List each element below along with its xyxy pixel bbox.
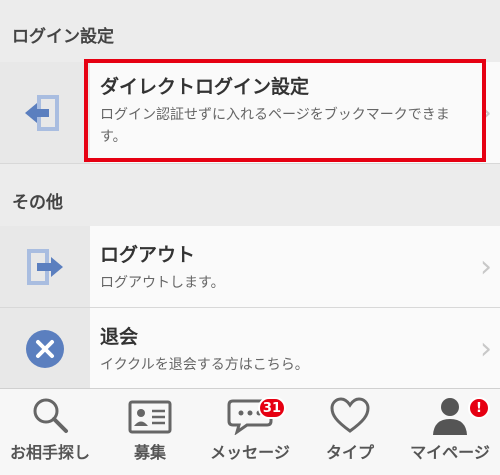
tab-label: メッセージ: [210, 443, 290, 462]
icon-cell: [0, 62, 90, 163]
tab-recruit[interactable]: 募集: [100, 389, 200, 475]
section-header-other: その他: [0, 164, 500, 226]
message-count-badge: 31: [257, 397, 286, 419]
item-title: ダイレクトログイン設定: [100, 76, 310, 98]
heart-icon: [330, 397, 370, 433]
item-description: ログイン認証せずに入れるページをブックマークできます。: [100, 107, 450, 145]
tab-search[interactable]: お相手探し: [0, 389, 100, 475]
logout-door-icon: [27, 248, 63, 285]
close-circle-icon: [26, 329, 64, 368]
item-title: 退会: [100, 326, 139, 348]
tab-label: 募集: [133, 443, 166, 462]
section-title: ログイン設定: [12, 27, 114, 47]
item-description: ログアウトします。: [100, 275, 225, 291]
item-description: イククルを退会する方はこちら。: [100, 357, 309, 373]
withdraw-item[interactable]: 退会 イククルを退会する方はこちら。 ›: [0, 308, 500, 390]
id-card-icon: [128, 400, 172, 434]
bottom-tab-bar: お相手探し 募集 31 メッセージ タイプ ! マイページ: [0, 388, 500, 475]
tab-label: マイページ: [410, 443, 490, 462]
tab-type[interactable]: タイプ: [300, 389, 400, 475]
logout-item[interactable]: ログアウト ログアウトします。 ›: [0, 226, 500, 308]
tab-message[interactable]: 31 メッセージ: [200, 389, 300, 475]
section-title: その他: [12, 192, 63, 213]
chevron-right-icon: ›: [480, 331, 492, 366]
icon-cell: [0, 308, 90, 389]
tab-label: お相手探し: [9, 443, 90, 462]
search-icon: [33, 398, 68, 433]
direct-login-settings-item[interactable]: ダイレクトログイン設定 ログイン認証せずに入れるページをブックマークできます。 …: [0, 62, 500, 164]
tab-mypage[interactable]: ! マイページ: [400, 389, 500, 475]
tab-label: タイプ: [325, 443, 374, 462]
chevron-right-icon: ›: [480, 249, 492, 284]
item-title: ログアウト: [100, 244, 196, 266]
mypage-alert-badge: !: [468, 397, 490, 419]
person-icon: [433, 398, 467, 435]
icon-cell: [0, 226, 90, 307]
section-header-login-settings: ログイン設定: [0, 0, 500, 62]
settings-screen: ログイン設定 ダイレクトログイン設定 ログイン認証せずに入れるページをブックマー…: [0, 0, 500, 390]
chevron-right-icon: ›: [480, 95, 492, 130]
login-door-icon: [25, 94, 59, 131]
